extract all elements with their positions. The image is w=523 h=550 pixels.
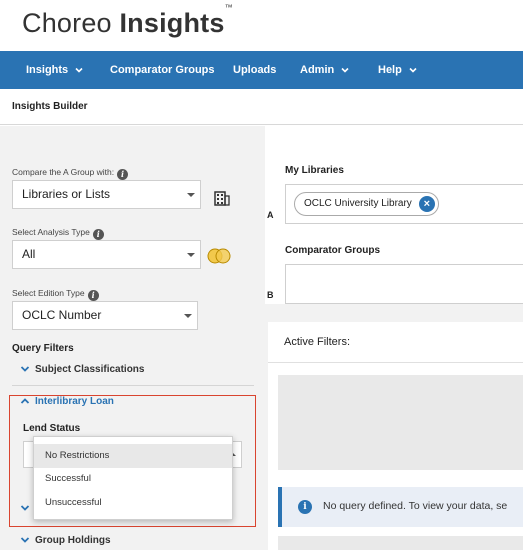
results-placeholder <box>278 536 523 550</box>
comparator-groups-box[interactable] <box>285 264 523 304</box>
my-libraries-box[interactable]: OCLC University Library × <box>285 184 523 224</box>
query-filters-title: Query Filters <box>12 343 74 354</box>
analysis-label: Select Analysis Type i <box>12 227 104 240</box>
building-icon[interactable] <box>214 191 230 206</box>
analysis-label-text: Select Analysis Type <box>12 227 90 237</box>
compare-select[interactable]: Libraries or Lists <box>12 180 201 209</box>
lend-status-dropdown: No Restrictions Successful Unsuccessful <box>33 436 233 520</box>
info-icon[interactable]: i <box>117 169 129 180</box>
chevron-down-icon <box>409 68 417 73</box>
page-title: Insights Builder <box>12 101 88 112</box>
edition-select[interactable]: OCLC Number <box>12 301 198 330</box>
nav-uploads[interactable]: Uploads <box>233 51 276 89</box>
caret-down-icon <box>184 314 192 318</box>
divider <box>12 385 254 386</box>
chevron-down-icon <box>20 366 30 373</box>
main-navbar: Insights Comparator Groups Uploads Admin… <box>0 51 523 89</box>
edition-label: Select Edition Type i <box>12 288 99 301</box>
nav-admin-label: Admin <box>300 64 335 76</box>
remove-chip-icon[interactable]: × <box>418 196 435 212</box>
nav-comparator-groups[interactable]: Comparator Groups <box>110 51 215 89</box>
group-b-label: B <box>267 290 274 300</box>
accordion-group-holdings-label: Group Holdings <box>35 535 111 546</box>
nav-insights[interactable]: Insights <box>26 51 84 89</box>
nav-help-label: Help <box>378 64 402 76</box>
accordion-subject-classifications[interactable]: Subject Classifications <box>20 364 144 375</box>
chevron-down-icon <box>75 68 83 73</box>
divider <box>268 362 523 363</box>
venn-diagram-icon[interactable] <box>207 247 231 265</box>
logo-prefix: Choreo <box>22 8 120 38</box>
compare-label: Compare the A Group with: i <box>12 167 129 180</box>
nav-insights-label: Insights <box>26 64 69 76</box>
accordion-subject-classifications-label: Subject Classifications <box>35 364 145 375</box>
option-unsuccessful[interactable]: Unsuccessful <box>34 491 232 515</box>
option-no-restrictions[interactable]: No Restrictions <box>34 444 232 468</box>
comparator-groups-label: Comparator Groups <box>285 245 381 256</box>
info-icon: i <box>298 500 312 514</box>
edition-select-value: OCLC Number <box>22 308 102 322</box>
chevron-down-icon <box>20 537 30 544</box>
edition-label-text: Select Edition Type <box>12 288 85 298</box>
active-filters-panel: Active Filters: i No query defined. To v… <box>268 322 523 550</box>
logo-bold: Insights <box>119 8 225 38</box>
my-libraries-label: My Libraries <box>285 165 344 176</box>
notice-text: No query defined. To view your data, se <box>323 500 508 512</box>
analysis-select-value: All <box>22 247 36 261</box>
caret-down-icon <box>187 193 195 197</box>
nav-uploads-label: Uploads <box>233 64 277 76</box>
logo-tm: ™ <box>224 3 233 12</box>
library-chip-label: OCLC University Library <box>304 198 412 209</box>
app-logo: Choreo Insights™ <box>22 3 233 39</box>
filters-placeholder <box>278 375 523 470</box>
active-filters-title: Active Filters: <box>284 336 351 348</box>
accordion-group-holdings[interactable]: Group Holdings <box>20 535 111 546</box>
compare-label-text: Compare the A Group with: <box>12 167 115 177</box>
nav-admin[interactable]: Admin <box>300 51 350 89</box>
nav-comparator-groups-label: Comparator Groups <box>110 64 215 76</box>
caret-down-icon <box>187 253 195 257</box>
option-successful[interactable]: Successful <box>34 467 232 491</box>
chevron-down-icon <box>341 68 349 73</box>
page-header: Insights Builder <box>0 89 523 125</box>
library-chip: OCLC University Library × <box>294 192 439 216</box>
nav-help[interactable]: Help <box>378 51 418 89</box>
compare-select-value: Libraries or Lists <box>22 187 111 201</box>
analysis-select[interactable]: All <box>12 240 201 269</box>
info-icon[interactable]: i <box>92 229 104 240</box>
no-query-notice: i No query defined. To view your data, s… <box>278 487 523 527</box>
group-a-label: A <box>267 210 274 220</box>
info-icon[interactable]: i <box>87 290 99 301</box>
